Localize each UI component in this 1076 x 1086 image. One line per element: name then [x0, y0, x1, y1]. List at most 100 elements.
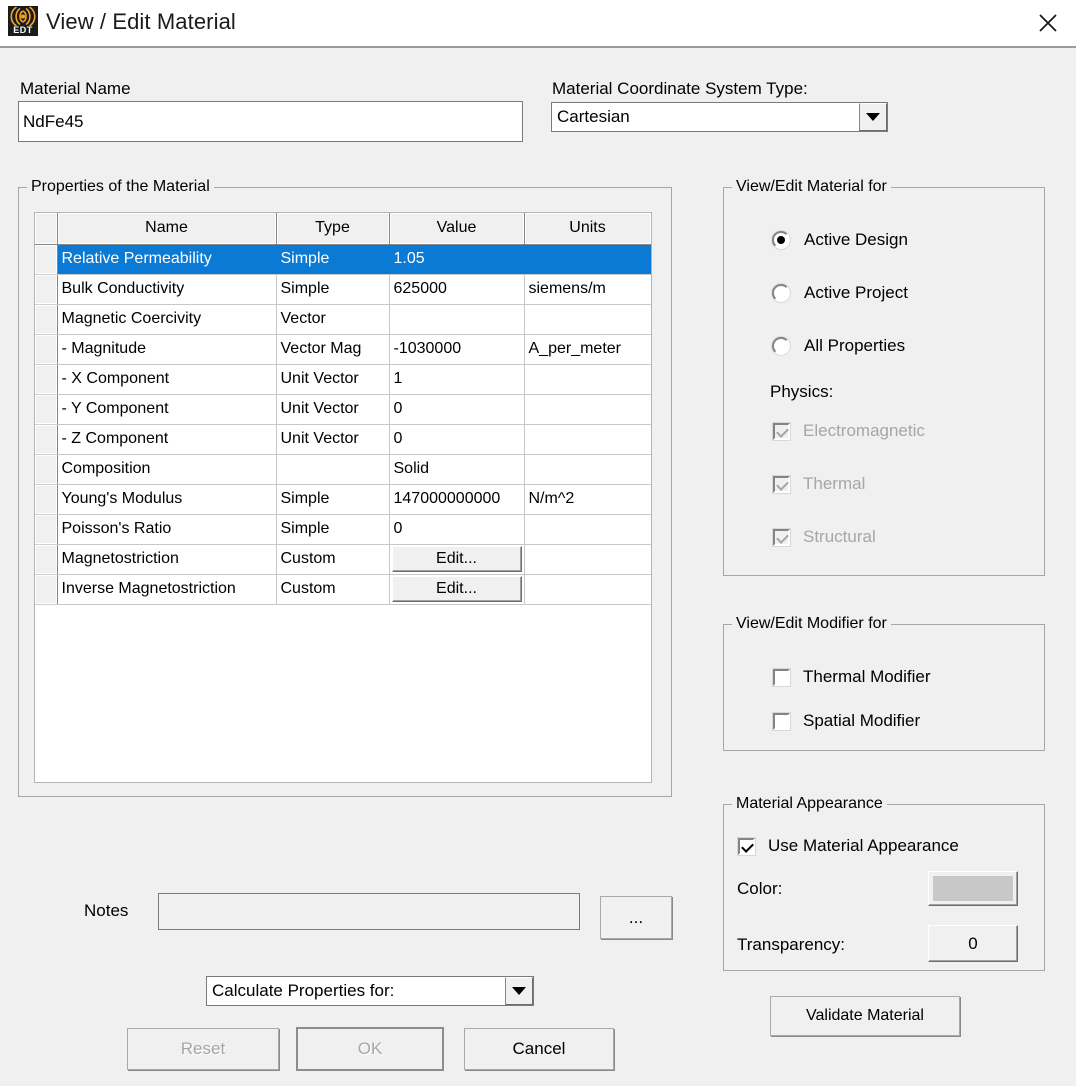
cell-type[interactable]: Custom	[276, 544, 390, 575]
column-header-value[interactable]: Value	[389, 213, 525, 245]
cell-type[interactable]: Simple	[276, 244, 390, 275]
cell-name[interactable]: Composition	[57, 454, 277, 485]
cell-value[interactable]: Solid	[389, 454, 525, 485]
cell-name[interactable]: Magnetic Coercivity	[57, 304, 277, 335]
ok-button[interactable]: OK	[296, 1027, 444, 1071]
table-row[interactable]: Magnetostriction Custom Edit...	[35, 544, 651, 575]
checkbox-thermal-physics-label: Thermal	[803, 474, 866, 493]
cell-units[interactable]	[524, 514, 651, 545]
cell-name[interactable]: - X Component	[57, 364, 277, 395]
notes-browse-button[interactable]: ...	[600, 896, 672, 939]
column-header-units[interactable]: Units	[524, 213, 651, 245]
cell-value[interactable]: -1030000	[389, 334, 525, 365]
properties-table[interactable]: Name Type Value Units Relative Permeabil…	[34, 212, 652, 783]
row-header-cell[interactable]	[35, 574, 58, 605]
notes-input[interactable]	[158, 893, 580, 930]
cell-type[interactable]: Simple	[276, 484, 390, 515]
table-row[interactable]: Relative Permeability Simple 1.05	[35, 244, 651, 275]
cell-units[interactable]: A_per_meter	[524, 334, 651, 365]
table-row[interactable]: - Z Component Unit Vector 0	[35, 424, 651, 455]
column-header-type[interactable]: Type	[276, 213, 390, 245]
edit-button[interactable]: Edit...	[391, 576, 522, 602]
table-row[interactable]: - Magnitude Vector Mag -1030000 A_per_meter	[35, 334, 651, 365]
cell-value[interactable]: 1	[389, 364, 525, 395]
radio-active-design[interactable]: Active Design	[772, 230, 908, 250]
row-header-cell[interactable]	[35, 454, 58, 485]
cell-type[interactable]: Simple	[276, 514, 390, 545]
cell-type[interactable]: Vector	[276, 304, 390, 335]
table-row[interactable]: - X Component Unit Vector 1	[35, 364, 651, 395]
coordinate-system-select[interactable]: Cartesian	[551, 102, 888, 132]
cell-units[interactable]	[524, 544, 651, 575]
row-header-cell[interactable]	[35, 364, 58, 395]
cell-value[interactable]: 0	[389, 424, 525, 455]
cell-type[interactable]: Simple	[276, 274, 390, 305]
cell-units[interactable]: siemens/m	[524, 274, 651, 305]
row-header-cell[interactable]	[35, 274, 58, 305]
cell-name[interactable]: - Z Component	[57, 424, 277, 455]
cell-type[interactable]: Vector Mag	[276, 334, 390, 365]
cell-value[interactable]: 0	[389, 514, 525, 545]
cell-name[interactable]: Inverse Magnetostriction	[57, 574, 277, 605]
table-row[interactable]: Bulk Conductivity Simple 625000 siemens/m	[35, 274, 651, 305]
transparency-value-button[interactable]: 0	[928, 925, 1018, 962]
cell-units[interactable]	[524, 364, 651, 395]
cell-name[interactable]: Poisson's Ratio	[57, 514, 277, 545]
checkbox-use-material-appearance[interactable]: Use Material Appearance	[738, 836, 959, 856]
table-row[interactable]: Poisson's Ratio Simple 0	[35, 514, 651, 545]
cell-value[interactable]: Edit...	[389, 574, 525, 605]
edit-button[interactable]: Edit...	[391, 546, 522, 572]
row-header-cell[interactable]	[35, 514, 58, 545]
cell-units[interactable]	[524, 424, 651, 455]
cell-value[interactable]	[389, 304, 525, 335]
row-header-cell[interactable]	[35, 244, 58, 275]
cell-name[interactable]: - Y Component	[57, 394, 277, 425]
cell-value[interactable]: Edit...	[389, 544, 525, 575]
row-header-cell[interactable]	[35, 394, 58, 425]
cell-name[interactable]: Young's Modulus	[57, 484, 277, 515]
cell-units[interactable]	[524, 574, 651, 605]
radio-active-project[interactable]: Active Project	[772, 283, 908, 303]
cancel-button[interactable]: Cancel	[464, 1028, 614, 1070]
row-header-cell[interactable]	[35, 424, 58, 455]
calculate-chevron-down-icon[interactable]	[505, 977, 533, 1005]
cell-name[interactable]: Relative Permeability	[57, 244, 277, 275]
radio-all-properties[interactable]: All Properties	[772, 336, 905, 356]
close-button[interactable]	[1020, 0, 1076, 46]
calculate-properties-select[interactable]: Calculate Properties for:	[206, 976, 534, 1006]
cell-units[interactable]	[524, 394, 651, 425]
cell-type[interactable]	[276, 454, 390, 485]
row-header-cell[interactable]	[35, 304, 58, 335]
cell-units[interactable]: N/m^2	[524, 484, 651, 515]
cell-units[interactable]	[524, 304, 651, 335]
table-row[interactable]: - Y Component Unit Vector 0	[35, 394, 651, 425]
cell-type[interactable]: Unit Vector	[276, 424, 390, 455]
reset-button[interactable]: Reset	[127, 1028, 279, 1070]
column-header-name[interactable]: Name	[57, 213, 277, 245]
cell-type[interactable]: Unit Vector	[276, 394, 390, 425]
cell-value[interactable]: 1.05	[389, 244, 525, 275]
cell-value[interactable]: 625000	[389, 274, 525, 305]
color-swatch-button[interactable]	[928, 871, 1018, 906]
cell-value[interactable]: 147000000000	[389, 484, 525, 515]
chevron-down-icon[interactable]	[859, 103, 887, 131]
cell-type[interactable]: Unit Vector	[276, 364, 390, 395]
checkbox-thermal-modifier[interactable]: Thermal Modifier	[773, 667, 931, 687]
cell-units[interactable]	[524, 244, 651, 275]
row-header-cell[interactable]	[35, 484, 58, 515]
table-row[interactable]: Young's Modulus Simple 147000000000 N/m^2	[35, 484, 651, 515]
material-name-input[interactable]: NdFe45	[18, 101, 523, 142]
row-header-cell[interactable]	[35, 334, 58, 365]
row-header-cell[interactable]	[35, 544, 58, 575]
table-row[interactable]: Composition Solid	[35, 454, 651, 485]
cell-value[interactable]: 0	[389, 394, 525, 425]
validate-material-button[interactable]: Validate Material	[770, 996, 960, 1036]
table-row[interactable]: Inverse Magnetostriction Custom Edit...	[35, 574, 651, 605]
cell-name[interactable]: Bulk Conductivity	[57, 274, 277, 305]
cell-units[interactable]	[524, 454, 651, 485]
cell-name[interactable]: - Magnitude	[57, 334, 277, 365]
table-row[interactable]: Magnetic Coercivity Vector	[35, 304, 651, 335]
cell-name[interactable]: Magnetostriction	[57, 544, 277, 575]
checkbox-spatial-modifier[interactable]: Spatial Modifier	[773, 711, 920, 731]
cell-type[interactable]: Custom	[276, 574, 390, 605]
